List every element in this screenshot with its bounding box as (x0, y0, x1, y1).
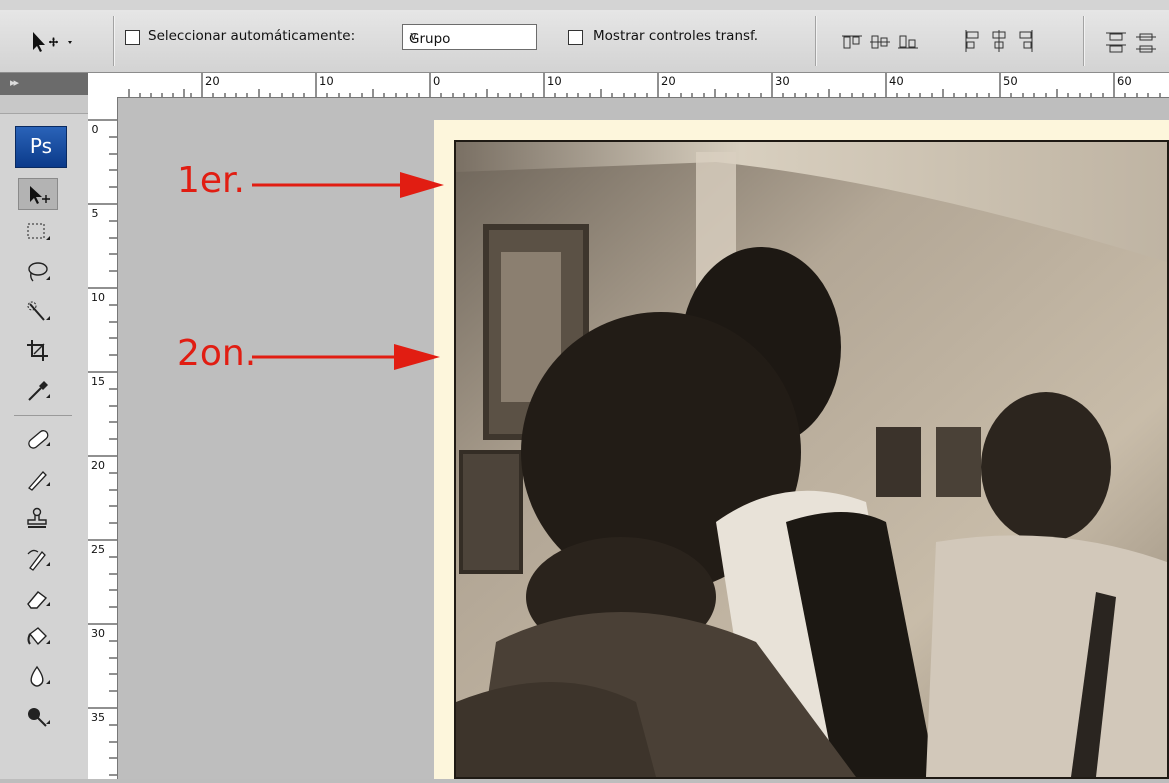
annotation-arrowhead-2 (394, 344, 440, 370)
annotation-overlay (252, 172, 444, 370)
annotation-arrowhead-1 (400, 172, 444, 198)
annotation-label-2: 2on. (177, 333, 257, 374)
annotation-label-1: 1er. (177, 160, 245, 201)
